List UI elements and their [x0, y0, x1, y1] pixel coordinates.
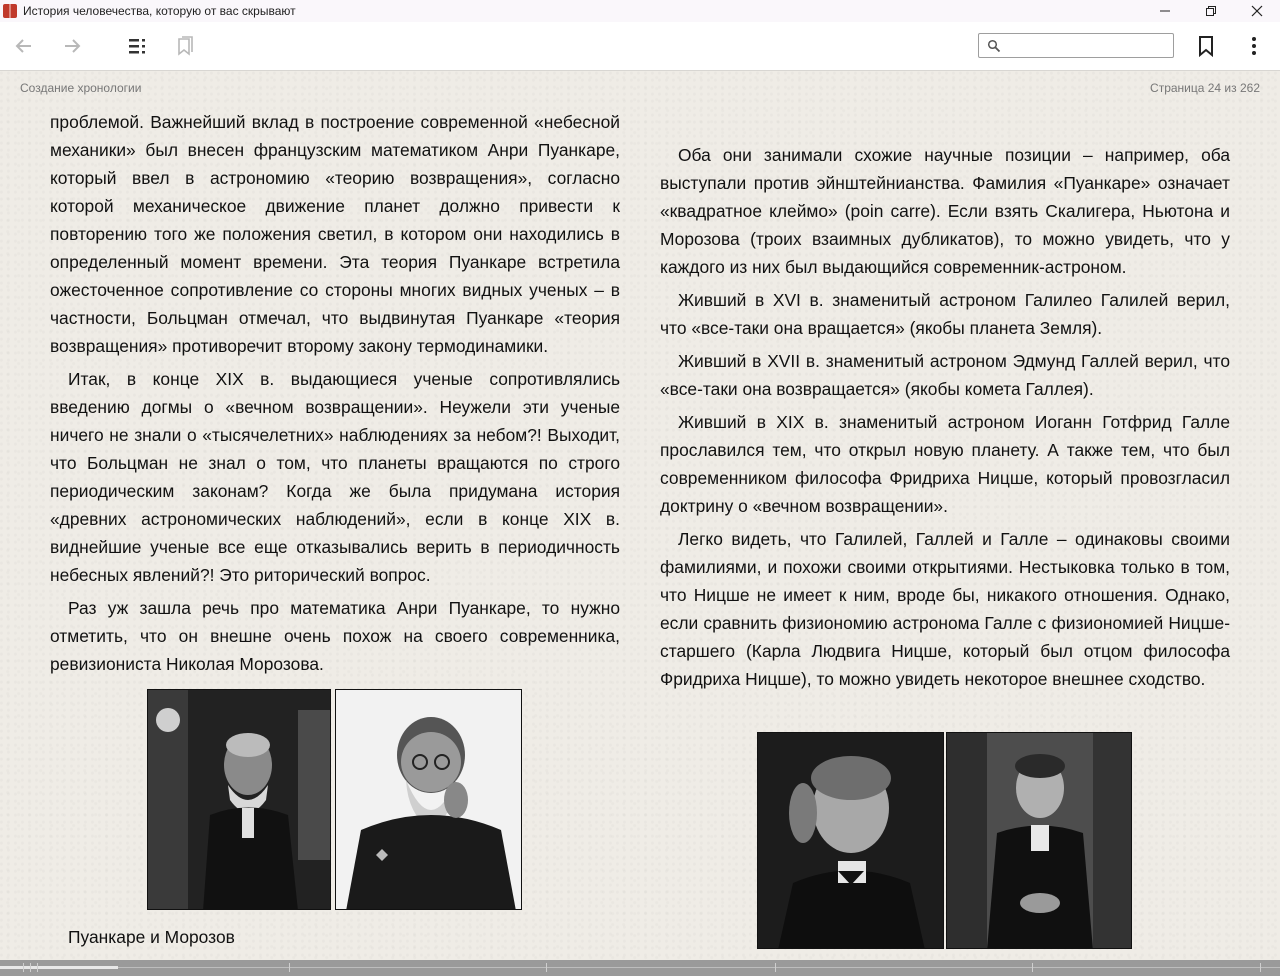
- more-vertical-icon: [1252, 37, 1256, 55]
- bookmarks-icon: [178, 36, 193, 56]
- progress-fill: [0, 966, 118, 969]
- window-title: История человечества, которую от вас скр…: [23, 4, 296, 18]
- window-controls: [1142, 0, 1280, 22]
- chapter-tick: [775, 963, 776, 972]
- reading-progress-bar[interactable]: [0, 960, 1280, 976]
- portrait-poincare: [147, 689, 331, 910]
- right-page-text: Оба они занимали схожие научные позиции …: [660, 141, 1230, 698]
- paragraph: Живший в XVI в. знаменитый астроном Гали…: [660, 290, 1230, 338]
- progress-track: [0, 967, 1280, 968]
- portrait-image: [148, 690, 330, 909]
- bookmarks-list-button[interactable]: [174, 34, 198, 58]
- minimize-button[interactable]: [1142, 0, 1188, 22]
- reader-toolbar: [0, 22, 1280, 71]
- paragraph: Легко видеть, что Галилей, Галлей и Галл…: [660, 529, 1230, 689]
- app-book-icon: [3, 4, 17, 18]
- chapter-tick: [1260, 963, 1261, 972]
- page-indicator: Страница 24 из 262: [1150, 81, 1260, 95]
- more-menu-button[interactable]: [1242, 34, 1266, 58]
- chapter-tick: [289, 963, 290, 972]
- search-input[interactable]: [1005, 37, 1169, 56]
- portrait-image: [758, 733, 943, 948]
- close-button[interactable]: [1234, 0, 1280, 22]
- paragraph: Живший в XIX в. знаменитый астроном Иога…: [660, 412, 1230, 516]
- bookmark-icon: [1199, 36, 1213, 57]
- paragraph: Живший в XVII в. знаменитый астроном Эдм…: [660, 351, 1230, 399]
- portrait-morozov: [335, 689, 522, 910]
- chapter-tick: [30, 963, 31, 972]
- back-button[interactable]: [12, 34, 36, 58]
- left-page-text: проблемой. Важнейший вклад в построение …: [50, 108, 620, 683]
- minimize-icon: [1160, 10, 1170, 12]
- portrait-image: [947, 733, 1131, 948]
- chapter-tick: [23, 963, 24, 972]
- search-icon: [987, 39, 1001, 53]
- paragraph: Итак, в конце XIX в. выдающиеся ученые с…: [50, 369, 620, 585]
- chapter-tick: [546, 963, 547, 972]
- portrait-nietzsche-senior: [946, 732, 1132, 949]
- paragraph: проблемой. Важнейший вклад в построение …: [50, 112, 620, 356]
- paragraph: Оба они занимали схожие научные позиции …: [660, 145, 1230, 277]
- chapter-tick: [1032, 963, 1033, 972]
- restore-icon: [1206, 6, 1216, 16]
- portrait-galle: [757, 732, 944, 949]
- forward-button[interactable]: [60, 34, 84, 58]
- chapter-title: Создание хронологии: [20, 81, 142, 95]
- arrow-left-icon: [15, 39, 31, 53]
- chapter-tick: [37, 963, 38, 972]
- portrait-image: [336, 690, 521, 909]
- figure-caption: Пуанкаре и Морозов: [68, 927, 235, 947]
- title-bar: История человечества, которую от вас скр…: [0, 0, 1280, 22]
- search-field[interactable]: [978, 33, 1174, 58]
- add-bookmark-button[interactable]: [1194, 34, 1218, 58]
- close-icon: [1251, 5, 1263, 17]
- paragraph: Раз уж зашла речь про математика Анри Пу…: [50, 598, 620, 674]
- table-of-contents-icon: [129, 39, 145, 54]
- maximize-button[interactable]: [1188, 0, 1234, 22]
- reading-area[interactable]: Создание хронологии Страница 24 из 262 п…: [0, 71, 1280, 960]
- table-of-contents-button[interactable]: [126, 34, 150, 58]
- arrow-right-icon: [65, 39, 81, 53]
